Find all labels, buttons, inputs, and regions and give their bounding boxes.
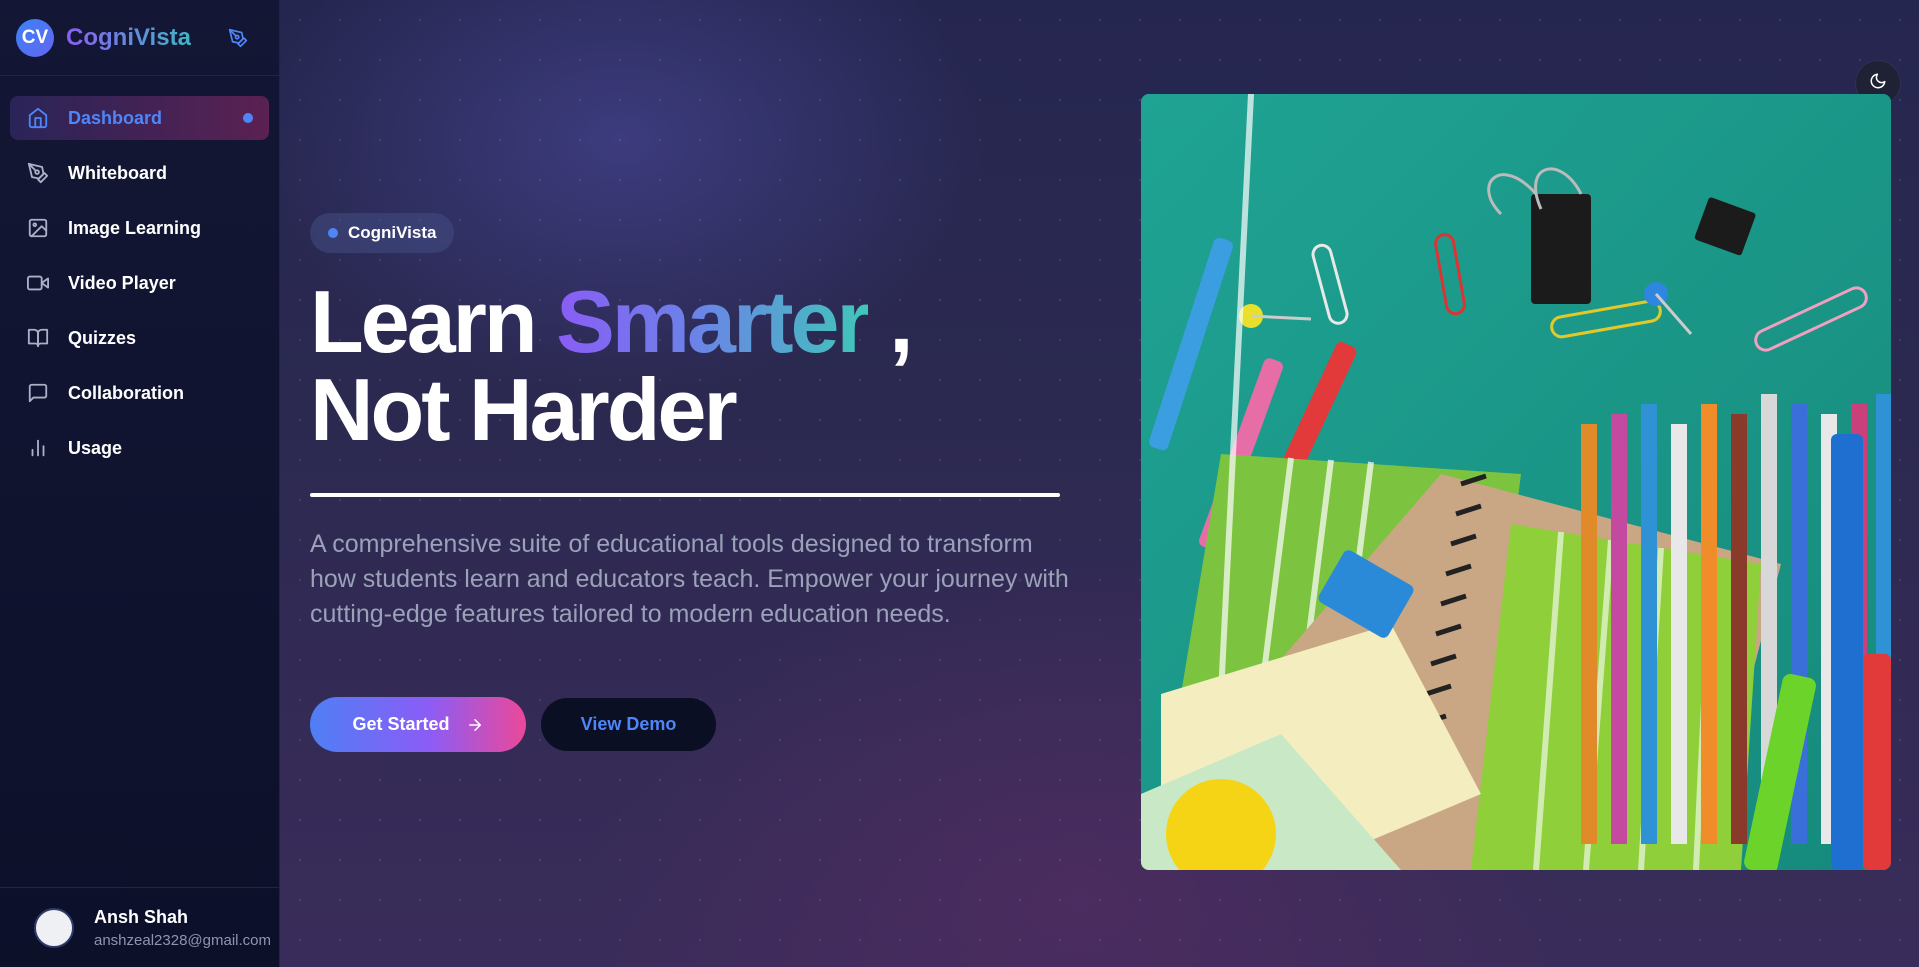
brand-header: CV CogniVista [0,0,279,76]
moon-icon [1869,72,1887,95]
user-name: Ansh Shah [94,906,189,927]
brand-logo[interactable]: CV [16,18,54,57]
headline-highlight: Smarter [556,272,871,371]
tag-dot [328,228,338,238]
school-supplies-illustration [1141,94,1891,870]
sidebar-item-usage[interactable]: Usage [10,426,269,470]
bar-chart-icon [26,436,50,460]
sidebar-item-collaboration[interactable]: Collaboration [10,371,269,415]
headline-post: , [867,272,913,371]
hero-headline: Learn Smarter , Not Harder [310,278,914,454]
headline-line2: Not Harder [310,360,738,459]
brand-tag-label: CogniVista [348,223,437,242]
hero-description: A comprehensive suite of educational too… [310,530,1069,628]
headline-pre: Learn [310,272,557,371]
pen-icon[interactable] [227,27,249,49]
video-icon [26,271,50,295]
sidebar-item-label: Collaboration [68,382,184,403]
sidebar-item-label: Quizzes [68,327,137,348]
view-demo-label: View Demo [580,714,677,734]
sidebar-item-image-learning[interactable]: Image Learning [10,206,269,250]
get-started-button[interactable]: Get Started [310,697,526,752]
arrow-right-icon [466,716,484,734]
book-icon [26,326,50,350]
sidebar-item-dashboard[interactable]: Dashboard [10,96,269,140]
sidebar-item-video-player[interactable]: Video Player [10,261,269,305]
sidebar-item-label: Image Learning [68,217,202,238]
sidebar-nav: Dashboard Whiteboard Image Learning Vide… [0,76,279,470]
avatar[interactable] [34,907,74,948]
headline-underline [310,493,1060,497]
home-icon [26,106,50,130]
main-content: CogniVista Learn Smarter , Not Harder A … [280,0,1919,967]
pen-icon [26,161,50,185]
brand-tag: CogniVista [310,213,455,253]
get-started-label: Get Started [352,714,450,734]
active-indicator [243,113,253,123]
brand-name[interactable]: CogniVista [66,24,191,52]
user-profile[interactable]: Ansh Shah anshzeal2328@gmail.com [0,887,279,967]
user-email: anshzeal2328@gmail.com [94,931,271,949]
sidebar-item-label: Whiteboard [68,162,167,183]
sidebar-item-quizzes[interactable]: Quizzes [10,316,269,360]
message-icon [26,381,50,405]
sidebar-item-label: Dashboard [68,107,163,128]
hero-image [1141,94,1891,870]
sidebar-item-label: Usage [68,437,123,458]
user-info: Ansh Shah anshzeal2328@gmail.com [94,907,271,949]
sidebar-item-whiteboard[interactable]: Whiteboard [10,151,269,195]
sidebar-item-label: Video Player [68,272,176,293]
sidebar: CV CogniVista Dashboard Whiteboard Image… [0,0,280,967]
image-icon [26,216,50,240]
view-demo-button[interactable]: View Demo [541,698,716,751]
